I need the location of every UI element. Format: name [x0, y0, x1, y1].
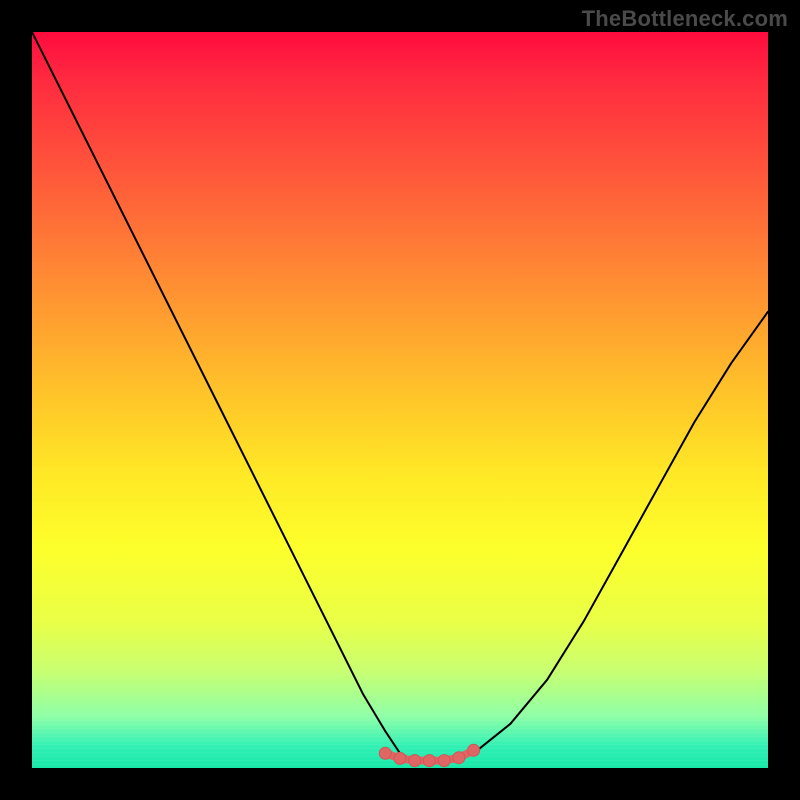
curve-layer: [32, 32, 768, 761]
optimal-marker: [409, 755, 421, 767]
optimal-marker: [468, 744, 480, 756]
optimal-marker: [423, 755, 435, 767]
optimal-marker: [394, 752, 406, 764]
curve-svg: [32, 32, 768, 768]
optimal-marker: [438, 755, 450, 767]
watermark-text: TheBottleneck.com: [582, 6, 788, 32]
optimal-marker: [379, 747, 391, 759]
optimal-marker: [453, 752, 465, 764]
plot-area: [32, 32, 768, 768]
chart-frame: TheBottleneck.com: [0, 0, 800, 800]
bottleneck-curve-path: [32, 32, 768, 761]
marker-layer: [379, 744, 479, 766]
